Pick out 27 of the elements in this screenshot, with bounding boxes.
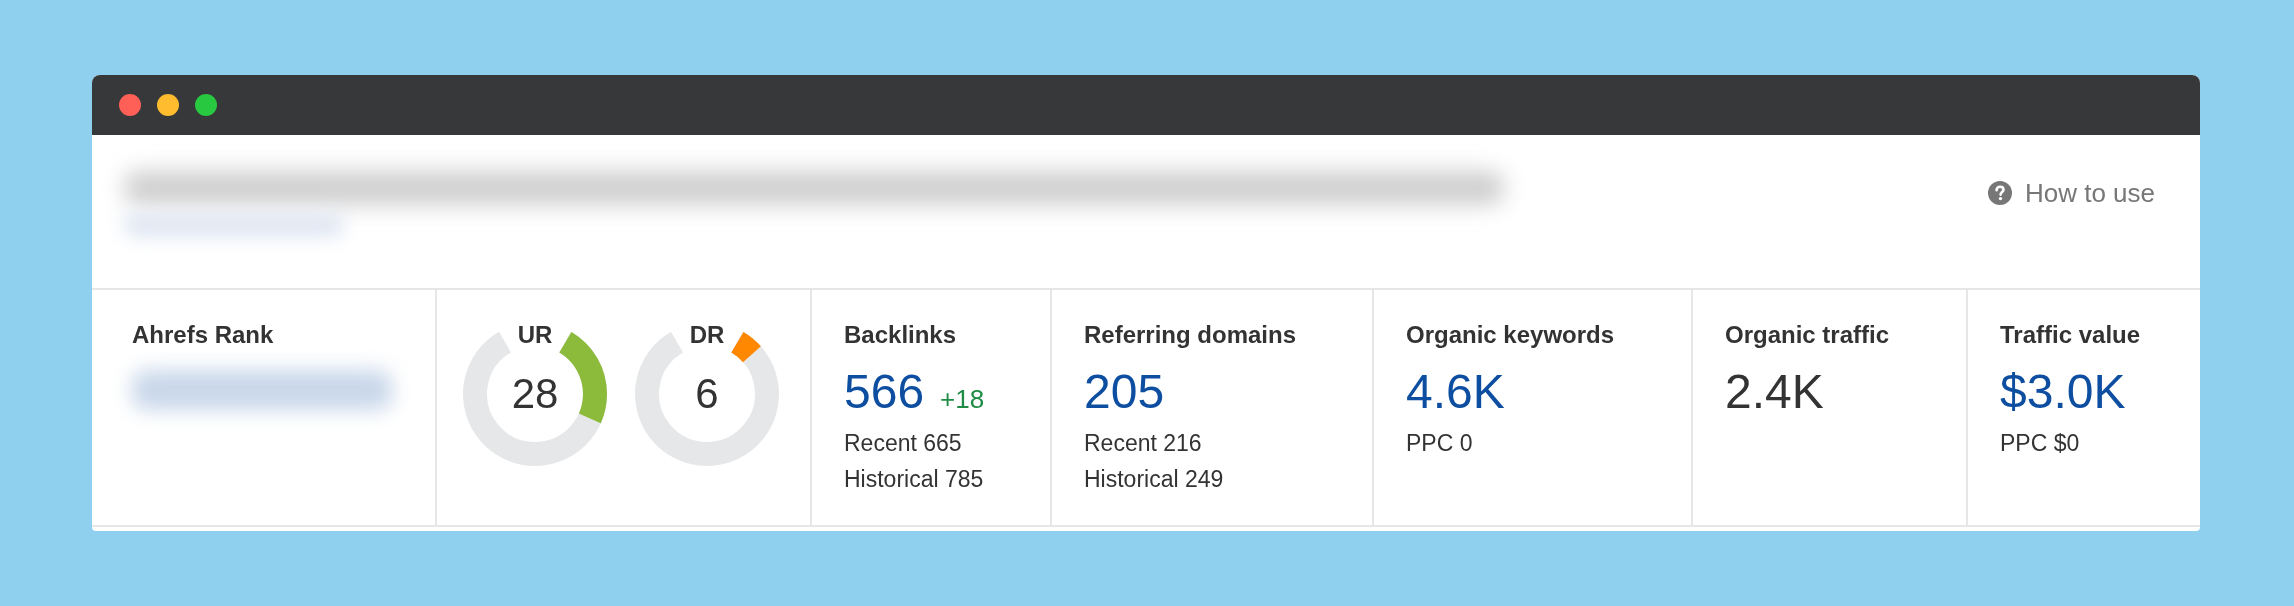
help-icon (1987, 181, 2012, 205)
gauge-value: 6 (695, 370, 719, 418)
metric-label: Referring domains (1084, 320, 1298, 350)
metric-detail: Recent 665 (844, 429, 963, 458)
metric-value[interactable]: 4.6K (1406, 365, 1505, 419)
metric-detail: Historical 785 (844, 465, 985, 494)
minimize-button[interactable] (157, 94, 179, 116)
metric-label: Organic traffic (1725, 320, 1891, 350)
metric-detail: PPC 0 (1406, 429, 1474, 458)
metric-label: Backlinks (844, 320, 958, 350)
gauge-label: DR (689, 320, 725, 350)
close-button[interactable] (119, 94, 141, 116)
metric-detail: Historical 249 (1084, 465, 1225, 494)
metric-detail: PPC $0 (2000, 429, 2081, 458)
metric-label: Ahrefs Rank (132, 320, 275, 350)
metric-label: Traffic value (2000, 320, 2142, 350)
metric-value[interactable]: $3.0K (2000, 365, 2126, 419)
gauge-value: 28 (511, 370, 559, 418)
metric-detail: Recent 216 (1084, 429, 1203, 458)
metric-label: Organic keywords (1406, 320, 1616, 350)
gauge-label: UR (517, 320, 553, 350)
metric-change: +18 (940, 384, 985, 414)
metric-value: 2.4K (1725, 365, 1824, 419)
help-link[interactable]: How to use (1987, 176, 2155, 210)
metric-value[interactable]: 205 (1084, 365, 1165, 419)
maximize-button[interactable] (195, 94, 217, 116)
metric-value[interactable]: 566 (844, 365, 925, 419)
